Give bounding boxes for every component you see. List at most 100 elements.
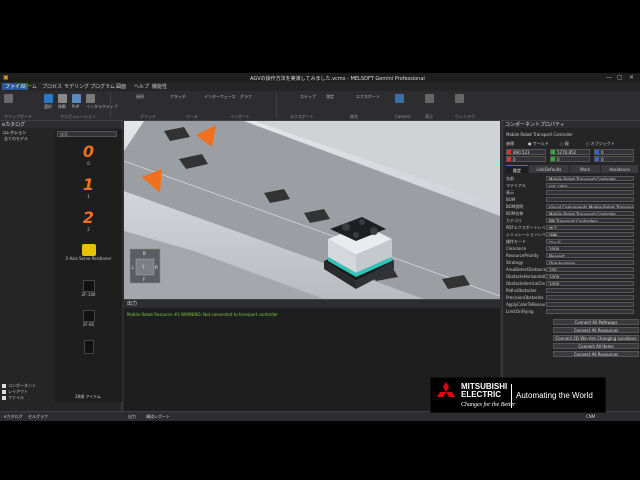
- ribbon-step[interactable]: ステップ: [300, 94, 316, 100]
- property-row: ApplyColorToResour: [506, 302, 638, 308]
- tab-default[interactable]: 既定: [506, 165, 528, 173]
- property-value[interactable]: PM Transport Controllers: [546, 218, 634, 223]
- app-window: ▣ AGVの操作方法を実演してみました.vcmx - MELSOFT Gemin…: [0, 73, 640, 421]
- select-icon[interactable]: [44, 94, 53, 103]
- property-value[interactable]: [546, 295, 634, 300]
- window-title: AGVの操作方法を実演してみました.vcmx - MELSOFT Gemini …: [250, 76, 425, 82]
- property-label: 名前: [506, 176, 514, 181]
- menu-program[interactable]: プログラム: [90, 83, 115, 90]
- menu-help[interactable]: ヘルプ: [134, 83, 149, 90]
- ribbon-separator: [110, 93, 111, 119]
- property-value[interactable]: ypr_color: [546, 183, 634, 188]
- move-icon[interactable]: [58, 94, 67, 103]
- x-field[interactable]: 890.523: [506, 149, 546, 155]
- brand-logo: MITSUBISHI ELECTRIC Changes for the Bette…: [430, 377, 606, 413]
- property-value[interactable]: Mobile Robot Transport Controller: [546, 211, 634, 216]
- interactive-icon[interactable]: [86, 94, 95, 103]
- property-label: ApplyColorToResour: [506, 302, 546, 307]
- 3d-viewport[interactable]: B L T R F: [124, 121, 500, 299]
- paste-icon[interactable]: [4, 94, 13, 103]
- menu-drawing[interactable]: 図面: [116, 83, 126, 90]
- property-value[interactable]: 100: [546, 267, 634, 272]
- menu-features[interactable]: 機能性: [152, 83, 167, 90]
- gallery-item[interactable]: 11: [55, 175, 122, 199]
- ribbon-export[interactable]: エクスポート: [356, 94, 380, 100]
- z-field[interactable]: 0: [594, 149, 634, 155]
- tab-config-report[interactable]: 構成レポート: [146, 414, 170, 420]
- coord-object-radio[interactable]: ○ オブジェクト: [586, 141, 615, 147]
- coord-world-radio[interactable]: ● ワールド: [528, 141, 549, 147]
- property-value[interactable]: 1000: [546, 274, 634, 279]
- minimize-icon[interactable]: —: [606, 74, 612, 81]
- property-value[interactable]: ワーク: [546, 239, 634, 244]
- ribbon-pnp[interactable]: PnP: [72, 104, 79, 109]
- ribbon: 選択 移動 PnP インタラクティブ 接続 アタッチ インターフェース グラフ …: [0, 91, 640, 121]
- property-row: PathsObstacles: [506, 288, 638, 294]
- display-icon[interactable]: [425, 94, 434, 103]
- tab-linkdefaults[interactable]: LinkDefaults: [529, 165, 569, 173]
- y-field[interactable]: 5270.852: [550, 149, 590, 155]
- ribbon-select[interactable]: 選択: [44, 104, 52, 110]
- tab-output[interactable]: 出力: [128, 414, 136, 420]
- property-action-button[interactable]: Connect All Pathways: [553, 319, 639, 325]
- property-value[interactable]: [546, 197, 634, 202]
- group-export: エクスポート: [290, 114, 314, 119]
- menu-home[interactable]: ホーム: [22, 83, 37, 90]
- property-value[interactable]: [546, 288, 634, 293]
- tab-ecatalog[interactable]: eカタログ: [4, 414, 22, 420]
- ribbon-move[interactable]: 移動: [58, 104, 66, 110]
- property-value[interactable]: Nearest: [546, 253, 634, 258]
- tab-avoidance[interactable]: Avoidance: [601, 165, 638, 173]
- property-value[interactable]: 完了: [546, 225, 634, 230]
- window-icon[interactable]: [455, 94, 464, 103]
- property-value[interactable]: Visual Components Mobile Robot Transport…: [546, 204, 634, 209]
- property-action-button[interactable]: Connect All Resources: [553, 327, 639, 333]
- property-value[interactable]: [546, 190, 634, 195]
- group-tools: ツール: [186, 114, 198, 119]
- gallery-item[interactable]: [55, 340, 122, 354]
- rx-field[interactable]: 0: [506, 156, 546, 162]
- tab-work[interactable]: Work: [570, 165, 600, 173]
- property-action-button[interactable]: Connect 2D Win-Ant Changing Locations: [553, 335, 639, 341]
- property-action-button[interactable]: Connect All Items: [553, 343, 639, 349]
- gallery-item[interactable]: 2F-140: [55, 280, 122, 297]
- close-icon[interactable]: ✕: [629, 74, 634, 81]
- property-value[interactable]: 詳細: [546, 232, 634, 237]
- gallery-item[interactable]: 00: [55, 142, 122, 166]
- ribbon-graph[interactable]: グラフ: [240, 94, 252, 100]
- maximize-icon[interactable]: ▢: [617, 74, 623, 81]
- menu-process[interactable]: プロセス: [42, 83, 62, 90]
- coord-parent-radio[interactable]: ○ 親: [560, 141, 569, 147]
- group-import: インポート: [230, 114, 250, 119]
- menu-modeling[interactable]: モデリング: [64, 83, 89, 90]
- gallery-item[interactable]: 2F-85: [55, 310, 122, 327]
- gallery-item[interactable]: 22: [55, 208, 122, 232]
- property-value[interactable]: 1000: [546, 281, 634, 286]
- gallery-search-input[interactable]: 検索: [57, 131, 117, 137]
- camera-icon[interactable]: [395, 94, 404, 103]
- svg-text:R: R: [155, 265, 158, 270]
- property-label: シミュレーションレベル: [506, 232, 550, 237]
- property-label: Strategy: [506, 260, 524, 265]
- property-label: Clearance: [506, 246, 527, 251]
- ribbon-attach[interactable]: アタッチ: [170, 94, 186, 100]
- view-cube-icon[interactable]: B L T R F: [129, 248, 161, 284]
- property-label: PathsObstacles: [506, 288, 537, 293]
- property-value[interactable]: Mobile Robot Transport Controller: [546, 176, 634, 181]
- rz-field[interactable]: 0: [594, 156, 634, 162]
- pnp-icon[interactable]: [72, 94, 81, 103]
- property-value[interactable]: [546, 309, 634, 314]
- tab-cellgraph[interactable]: セルグラフ: [28, 414, 48, 420]
- component-properties-panel: コンポーネントプロパティ Mobile Robot Transport Cont…: [502, 121, 640, 411]
- ribbon-interactive[interactable]: インタラクティブ: [86, 104, 118, 110]
- property-value[interactable]: [546, 302, 634, 307]
- property-value[interactable]: 1000: [546, 246, 634, 251]
- ribbon-connect[interactable]: 接続: [136, 94, 144, 100]
- ribbon-interface[interactable]: インターフェース: [204, 94, 236, 100]
- filter-files[interactable]: ファイル: [2, 395, 56, 401]
- ry-field[interactable]: 0: [550, 156, 590, 162]
- gallery-item[interactable]: 2-Axis Servo Positioner: [55, 244, 122, 261]
- property-value[interactable]: One-to-many: [546, 260, 634, 265]
- ribbon-measure[interactable]: 測定: [326, 94, 334, 100]
- property-action-button[interactable]: Connect All Resources: [553, 351, 639, 357]
